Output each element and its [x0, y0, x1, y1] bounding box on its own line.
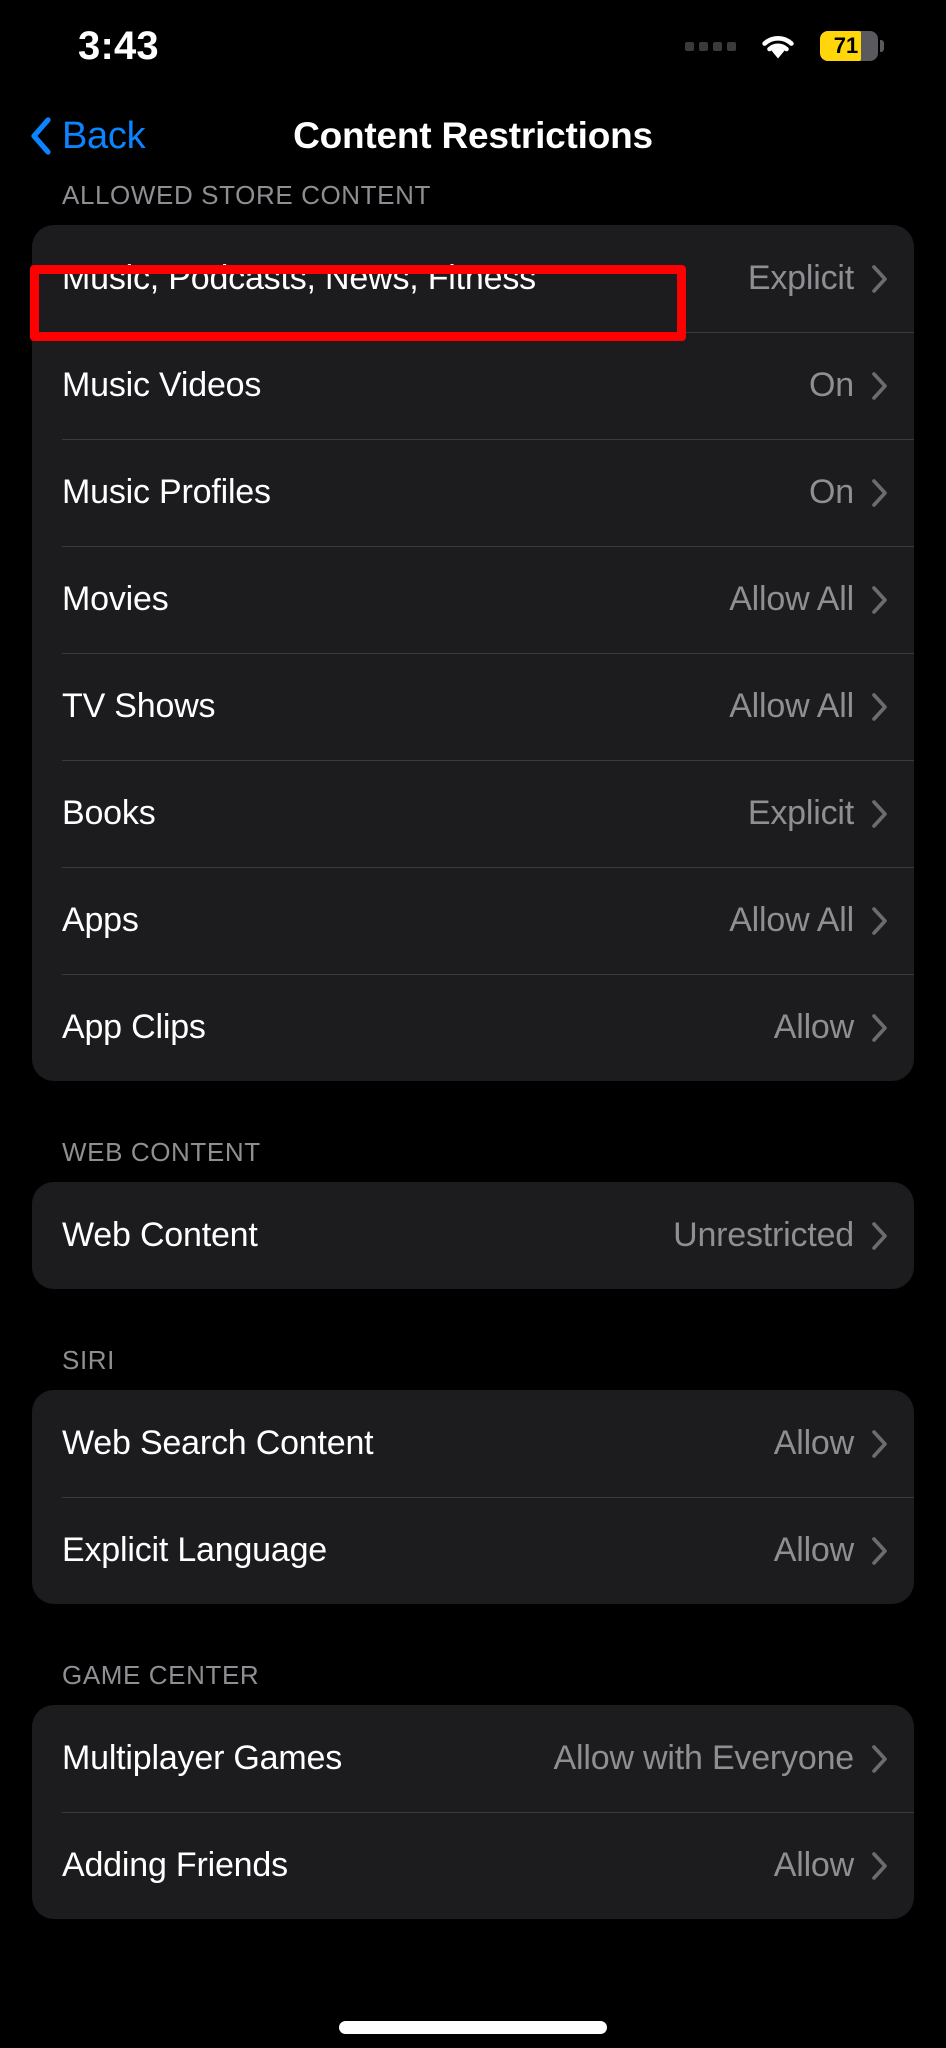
- list-item-books[interactable]: Books Explicit: [32, 760, 914, 867]
- chevron-right-icon: [872, 692, 888, 721]
- list-item-accessory: Allow: [774, 1846, 888, 1885]
- home-indicator[interactable]: [339, 2021, 607, 2034]
- section-siri: SIRI Web Search Content Allow Explicit L…: [0, 1345, 946, 1604]
- section-card: Web Content Unrestricted: [32, 1182, 914, 1289]
- list-item-label: Music Videos: [62, 366, 262, 404]
- list-item-value: On: [809, 366, 854, 404]
- list-item-adding-friends[interactable]: Adding Friends Allow: [32, 1812, 914, 1919]
- list-item-web-content[interactable]: Web Content Unrestricted: [32, 1182, 914, 1289]
- list-item-label: Adding Friends: [62, 1846, 288, 1884]
- list-item-multiplayer-games[interactable]: Multiplayer Games Allow with Everyone: [32, 1705, 914, 1812]
- list-item-accessory: Explicit: [748, 259, 888, 298]
- list-item-label: Explicit Language: [62, 1531, 328, 1569]
- back-button[interactable]: Back: [16, 92, 159, 180]
- list-item-value: Allow All: [729, 901, 854, 939]
- list-item-movies[interactable]: Movies Allow All: [32, 546, 914, 653]
- chevron-right-icon: [872, 478, 888, 507]
- list-item-label: Movies: [62, 580, 169, 618]
- chevron-right-icon: [872, 1221, 888, 1250]
- settings-list: ALLOWED STORE CONTENT Music, Podcasts, N…: [0, 180, 946, 1919]
- section-card: Web Search Content Allow Explicit Langua…: [32, 1390, 914, 1604]
- section-header: ALLOWED STORE CONTENT: [62, 180, 431, 210]
- chevron-right-icon: [872, 1013, 888, 1042]
- list-item-accessory: Unrestricted: [673, 1216, 888, 1255]
- wifi-icon: [758, 32, 798, 61]
- list-item-value: Explicit: [747, 794, 854, 832]
- chevron-right-icon: [872, 1536, 888, 1565]
- list-item-value: Allow All: [729, 580, 854, 618]
- battery-icon: 71: [820, 31, 884, 61]
- list-item-label: Music Profiles: [62, 473, 271, 511]
- chevron-right-icon: [872, 1851, 888, 1880]
- chevron-right-icon: [872, 264, 888, 293]
- list-item-label: App Clips: [62, 1008, 206, 1046]
- list-item-value: Allow with Everyone: [553, 1739, 855, 1777]
- list-item-label: Web Content: [62, 1216, 258, 1254]
- list-item-value: Allow: [773, 1846, 854, 1884]
- section-card: Music, Podcasts, News, Fitness Explicit …: [32, 225, 914, 1081]
- chevron-left-icon: [30, 117, 52, 155]
- list-item-accessory: On: [809, 366, 888, 405]
- status-bar: 3:43 71: [0, 0, 946, 92]
- status-time: 3:43: [78, 23, 159, 68]
- list-item-music-videos[interactable]: Music Videos On: [32, 332, 914, 439]
- list-item-accessory: Allow: [774, 1531, 888, 1570]
- list-item-accessory: Explicit: [748, 794, 888, 833]
- list-item-web-search-content[interactable]: Web Search Content Allow: [32, 1390, 914, 1497]
- section-header: SIRI: [62, 1345, 115, 1375]
- navigation-bar: Back Content Restrictions: [0, 92, 946, 180]
- list-item-app-clips[interactable]: App Clips Allow: [32, 974, 914, 1081]
- list-item-apps[interactable]: Apps Allow All: [32, 867, 914, 974]
- list-item-accessory: Allow: [774, 1424, 888, 1463]
- list-item-accessory: Allow: [774, 1008, 888, 1047]
- list-item-accessory: Allow All: [729, 580, 888, 619]
- list-item-label: Apps: [62, 901, 139, 939]
- chevron-right-icon: [872, 371, 888, 400]
- list-item-music-profiles[interactable]: Music Profiles On: [32, 439, 914, 546]
- chevron-right-icon: [872, 906, 888, 935]
- section-web-content: WEB CONTENT Web Content Unrestricted: [0, 1137, 946, 1289]
- list-item-value: Allow: [773, 1531, 854, 1569]
- battery-cap: [880, 40, 884, 52]
- chevron-right-icon: [872, 585, 888, 614]
- list-item-value: Explicit: [747, 259, 854, 297]
- section-card: Multiplayer Games Allow with Everyone Ad…: [32, 1705, 914, 1919]
- list-item-label: Multiplayer Games: [62, 1739, 343, 1777]
- section-allowed-store-content: ALLOWED STORE CONTENT Music, Podcasts, N…: [0, 180, 946, 1081]
- list-item-accessory: Allow with Everyone: [554, 1739, 888, 1778]
- list-item-label: Music, Podcasts, News, Fitness: [62, 259, 536, 297]
- back-button-label: Back: [62, 114, 146, 157]
- list-item-label: Books: [62, 794, 156, 832]
- list-item-accessory: Allow All: [729, 687, 888, 726]
- list-item-value: On: [809, 473, 854, 511]
- status-indicators: 71: [685, 31, 884, 61]
- list-item-value: Allow: [773, 1424, 854, 1462]
- list-item-tv-shows[interactable]: TV Shows Allow All: [32, 653, 914, 760]
- battery-percent-label: 71: [833, 33, 859, 58]
- chevron-right-icon: [872, 1429, 888, 1458]
- list-item-accessory: On: [809, 473, 888, 512]
- list-item-label: Web Search Content: [62, 1424, 374, 1462]
- list-item-music-podcasts-news-fitness[interactable]: Music, Podcasts, News, Fitness Explicit: [32, 225, 914, 332]
- list-item-explicit-language[interactable]: Explicit Language Allow: [32, 1497, 914, 1604]
- chevron-right-icon: [872, 1744, 888, 1773]
- section-header: GAME CENTER: [62, 1660, 260, 1690]
- list-item-accessory: Allow All: [729, 901, 888, 940]
- list-item-value: Allow All: [729, 687, 854, 725]
- iphone-settings-screen: 3:43 71 Back Content Restrictions ALLOWE…: [0, 0, 946, 2048]
- chevron-right-icon: [872, 799, 888, 828]
- list-item-value: Allow: [773, 1008, 854, 1046]
- signal-dots-icon: [685, 41, 736, 51]
- list-item-value: Unrestricted: [673, 1216, 854, 1254]
- section-game-center: GAME CENTER Multiplayer Games Allow with…: [0, 1660, 946, 1919]
- section-header: WEB CONTENT: [62, 1137, 261, 1167]
- list-item-label: TV Shows: [62, 687, 216, 725]
